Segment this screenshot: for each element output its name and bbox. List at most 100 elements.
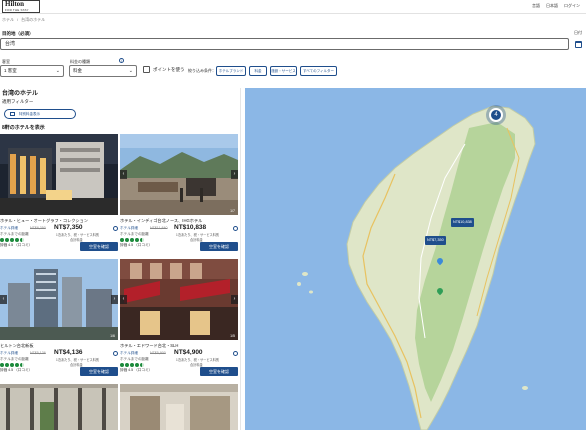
price-note: 1泊あたり、税・サービス料別 [176, 233, 220, 237]
rate-value: 料金 [73, 68, 82, 73]
panel-divider [240, 88, 241, 430]
rating-dot [5, 363, 9, 367]
hotel-photo[interactable] [120, 384, 238, 430]
photo-prev-button[interactable]: ‹ [120, 295, 127, 304]
destination-input[interactable]: 台湾 [0, 38, 569, 50]
rating-dot [20, 238, 24, 242]
photo-next-button[interactable]: › [231, 170, 238, 179]
tag-icon [10, 112, 15, 116]
check-availability-button[interactable]: 空室を確認 [80, 242, 118, 251]
hotel-rating: 評価 4.5 （口コミ） [0, 243, 33, 247]
photo-prev-button[interactable]: ‹ [0, 295, 7, 304]
map-pin-price: NT$10,838 [453, 220, 472, 224]
hotel-rating: 評価 4.5 （口コミ） [120, 243, 153, 247]
rating-dot [130, 363, 134, 367]
hotel-details-link[interactable]: ホテル詳細 [0, 351, 18, 356]
hotel-photo[interactable]: ‹ › 1/7 [120, 134, 238, 215]
rating-stars [0, 238, 24, 242]
points-checkbox[interactable] [143, 66, 150, 73]
date-label: 日付 [574, 30, 582, 35]
special-rate-pill[interactable]: 特別料金表示 [4, 109, 76, 119]
breadcrumb-separator: / [17, 17, 19, 22]
hotel-photo[interactable] [0, 134, 118, 215]
price-info-icon[interactable] [113, 226, 118, 231]
applied-filters-label: 適用フィルター [2, 99, 34, 104]
rating-dot [135, 238, 139, 242]
photo-prev-button[interactable]: ‹ [120, 170, 127, 179]
map-cluster-marker[interactable]: 4 [489, 108, 503, 122]
hotel-details-link[interactable]: ホテル詳細 [120, 226, 138, 231]
breadcrumb-item-current: 台湾のホテル [21, 17, 46, 22]
photo-counter: 1/5 [230, 334, 235, 338]
hotel-distance: ホテルまでの距離 [0, 232, 29, 236]
price-note: 1泊あたり、税・サービス料別 [56, 233, 100, 237]
destination-label: 目的地（必須） [2, 31, 34, 36]
rating-dot [20, 363, 24, 367]
hilton-logo[interactable]: Hilton FOR THE STAY [2, 0, 40, 13]
check-availability-button[interactable]: 空室を確認 [80, 367, 118, 376]
original-price: NT$5,136 [30, 351, 46, 355]
map-pin-price: NT$7,350 [427, 238, 444, 242]
rating-dot [10, 238, 14, 242]
rate-select[interactable]: 料金 ⌄ [69, 65, 137, 77]
pill-label: 特別料金表示 [19, 112, 40, 116]
hotel-distance: ホテルまでの距離 [120, 232, 149, 236]
hotel-photo[interactable]: ‹ › 1/6 [0, 259, 118, 340]
price-note: 1泊あたり、税・サービス料別 [176, 358, 220, 362]
original-price: NT$11,840 [150, 226, 168, 230]
photo-next-button[interactable]: › [111, 295, 118, 304]
use-points-toggle[interactable]: ポイントを使う [143, 66, 185, 73]
photo-next-button[interactable]: › [231, 295, 238, 304]
rating-dot [15, 363, 19, 367]
chip-brand[interactable]: ホテルブランド [216, 66, 246, 76]
header-right-menu: 言語 日本語 ログイン [532, 3, 580, 9]
logo-tagline: FOR THE STAY [5, 8, 29, 12]
original-price: NT$5,900 [150, 351, 166, 355]
breadcrumb: ホテル / 台湾のホテル [2, 17, 45, 23]
language-value[interactable]: 日本語 [546, 3, 558, 9]
breadcrumb-item-hotels[interactable]: ホテル [2, 17, 14, 23]
logo-text: Hilton [5, 0, 25, 8]
rating-dot [135, 363, 139, 367]
hotel-distance: ホテルまでの距離 [0, 357, 29, 361]
info-icon[interactable]: i [119, 58, 124, 63]
cluster-count: 4 [494, 112, 498, 118]
price-info-icon[interactable] [113, 351, 118, 356]
rooms-value: 1 客室 [4, 68, 17, 73]
hotel-details-link[interactable]: ホテル詳細 [0, 226, 18, 231]
rating-stars [120, 238, 144, 242]
map-view[interactable]: 4 NT$10,838 NT$7,350 [245, 88, 586, 430]
check-availability-button[interactable]: 空室を確認 [200, 242, 238, 251]
login-link[interactable]: ログイン [564, 3, 580, 9]
rating-dot [0, 363, 4, 367]
hotel-rating: 評価 4.5 （口コミ） [120, 368, 153, 372]
price-info-icon[interactable] [233, 351, 238, 356]
hotel-price: NT$7,350 [54, 224, 83, 231]
map-price-pin[interactable]: NT$10,838 [451, 218, 474, 227]
rating-dot [120, 363, 124, 367]
photo-counter: 1/7 [230, 209, 235, 213]
chip-amenities[interactable]: 施設・サービス [270, 66, 297, 76]
hotel-details-link[interactable]: ホテル詳細 [120, 351, 138, 356]
hotel-price: NT$4,900 [174, 349, 203, 356]
rating-dot [15, 238, 19, 242]
points-label: ポイントを使う [153, 66, 185, 72]
hotel-distance: ホテルまでの距離 [120, 357, 149, 361]
rooms-select[interactable]: 1 客室 ⌄ [0, 65, 64, 77]
rating-dot [140, 238, 144, 242]
map-price-pin[interactable]: NT$7,350 [425, 236, 446, 245]
language-label[interactable]: 言語 [532, 3, 540, 9]
chip-all-filters[interactable]: すべてのフィルター [300, 66, 337, 76]
rating-dot [140, 363, 144, 367]
hotel-price: NT$4,136 [54, 349, 83, 356]
hotel-photo[interactable]: ‹ › 1/5 [120, 259, 238, 340]
price-info-icon[interactable] [233, 226, 238, 231]
hotel-photo[interactable] [0, 384, 118, 430]
check-availability-button[interactable]: 空室を確認 [200, 367, 238, 376]
price-note: 1泊あたり、税・サービス料別 [56, 358, 100, 362]
chip-price[interactable]: 料金 [249, 66, 267, 76]
rating-stars [120, 363, 144, 367]
hotel-rating: 評価 4.5 （口コミ） [0, 368, 33, 372]
calendar-icon[interactable] [575, 41, 582, 48]
rating-dot [120, 238, 124, 242]
